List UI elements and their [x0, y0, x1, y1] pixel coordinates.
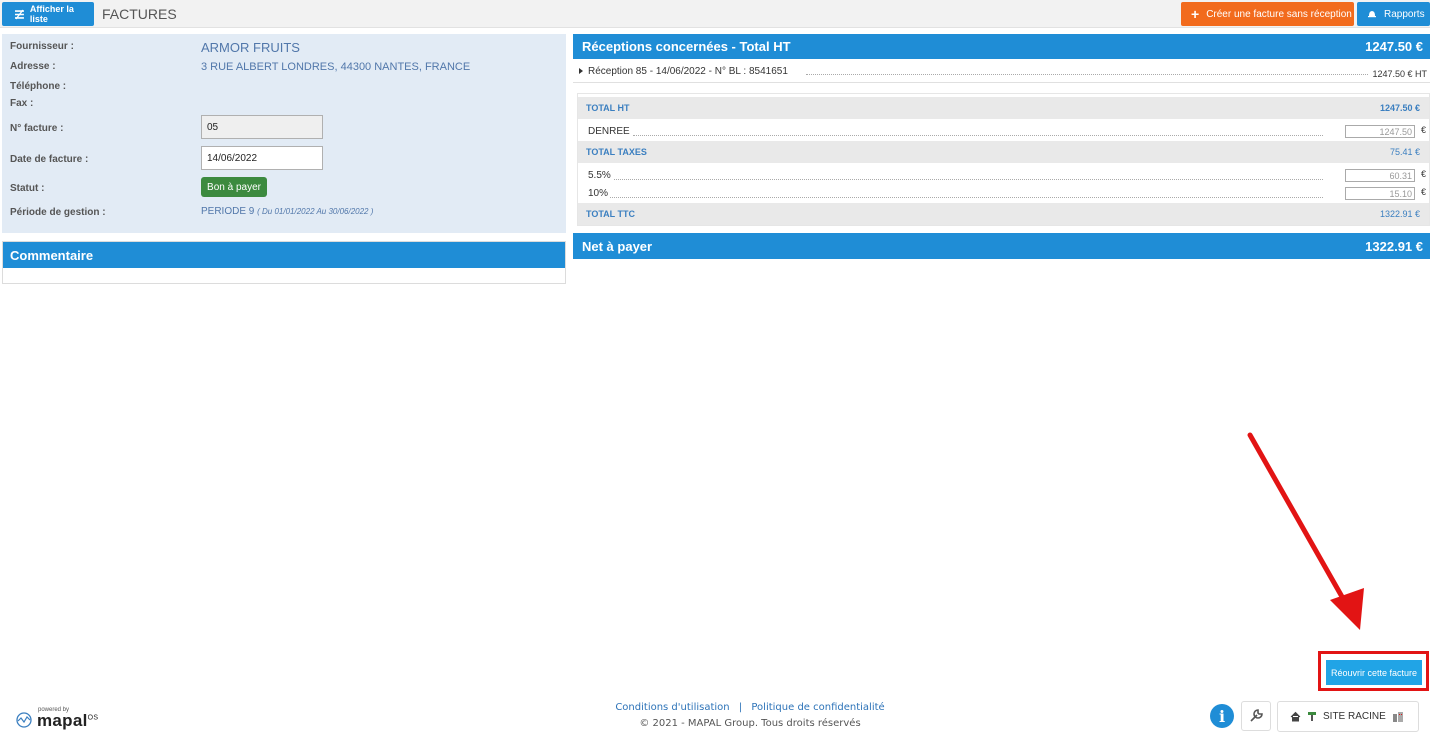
- net-to-pay-label: Net à payer: [582, 238, 653, 254]
- tax-line-label: 5.5%: [588, 170, 611, 181]
- reports-button[interactable]: Rapports: [1357, 2, 1430, 26]
- total-ht-value: 1247.50 €: [1379, 103, 1420, 113]
- page-title: FACTURES: [102, 6, 177, 22]
- currency-symbol: €: [1420, 169, 1426, 179]
- total-taxes-row: TOTAL TAXES 75.41 €: [578, 141, 1429, 163]
- address-label: Adresse :: [10, 61, 56, 72]
- phone-label: Téléphone :: [10, 81, 67, 92]
- comment-title: Commentaire: [3, 242, 565, 268]
- status-label: Statut :: [10, 183, 45, 194]
- top-toolbar: Afficher la liste FACTURES + Créer une f…: [0, 0, 1430, 28]
- create-invoice-button[interactable]: + Créer une facture sans réception: [1181, 2, 1354, 26]
- receptions-total: 1247.50 €: [1365, 39, 1423, 54]
- tax-line-label: 10%: [588, 188, 609, 199]
- total-ht-row: TOTAL HT 1247.50 €: [578, 97, 1429, 119]
- show-list-button[interactable]: Afficher la liste: [2, 2, 94, 26]
- net-to-pay-bar: Net à payer 1322.91 €: [573, 233, 1430, 259]
- net-to-pay-value: 1322.91 €: [1365, 238, 1423, 254]
- period-value: PERIODE 9 ( Du 01/01/2022 Au 30/06/2022 …: [201, 206, 373, 217]
- site-selector-button[interactable]: SITE RACINE: [1277, 701, 1419, 732]
- list-icon: [14, 9, 24, 19]
- show-list-label: Afficher la liste: [29, 4, 74, 24]
- totals-panel: TOTAL HT 1247.50 € DENREE 1247.50 € TOTA…: [577, 93, 1430, 226]
- dotted-leader: [633, 135, 1323, 136]
- total-ttc-value: 1322.91 €: [1379, 209, 1420, 219]
- reopen-invoice-button[interactable]: Réouvrir cette facture: [1326, 660, 1422, 685]
- status-badge: Bon à payer: [201, 177, 267, 197]
- invoice-date-label: Date de facture :: [10, 154, 89, 165]
- currency-symbol: €: [1420, 125, 1426, 135]
- site-name: SITE RACINE: [1323, 711, 1386, 722]
- reports-label: Rapports: [1384, 8, 1425, 20]
- supplier-info-panel: Fournisseur : ARMOR FRUITS Adresse : 3 R…: [2, 34, 566, 233]
- invoice-number-label: N° facture :: [10, 123, 64, 134]
- annotation-arrow-icon: [1247, 432, 1364, 630]
- total-taxes-value: 75.41 €: [1389, 147, 1420, 157]
- footer-separator: |: [738, 702, 743, 713]
- period-name: PERIODE 9: [201, 206, 255, 217]
- receptions-title: Réceptions concernées - Total HT: [582, 39, 791, 54]
- total-ttc-row: TOTAL TTC 1322.91 €: [578, 203, 1429, 225]
- tax-line-row: 5.5% 60.31 €: [578, 167, 1429, 185]
- info-icon[interactable]: i: [1210, 704, 1234, 728]
- total-taxes-label: TOTAL TAXES: [586, 147, 647, 157]
- invoice-number-field[interactable]: 05: [201, 115, 323, 139]
- tax-line-row: 10% 15.10 €: [578, 185, 1429, 203]
- reception-amount: 1247.50 € HT: [1372, 69, 1427, 79]
- period-range: ( Du 01/01/2022 Au 30/06/2022 ): [257, 207, 374, 216]
- building-icon: [1392, 711, 1403, 722]
- terms-link[interactable]: Conditions d'utilisation: [615, 702, 729, 713]
- tax-line-amount-field[interactable]: 60.31: [1345, 169, 1415, 182]
- plus-icon: +: [1191, 6, 1200, 22]
- fax-label: Fax :: [10, 98, 34, 109]
- dotted-leader: [610, 197, 1323, 198]
- wrench-icon: [1250, 709, 1263, 722]
- reception-row[interactable]: Réception 85 - 14/06/2022 - N° BL : 8541…: [573, 61, 1430, 83]
- expand-arrow-icon[interactable]: [579, 68, 583, 74]
- tree-icon: [1308, 712, 1316, 721]
- total-ht-label: TOTAL HT: [586, 103, 630, 113]
- ht-line-amount-field[interactable]: 1247.50: [1345, 125, 1415, 138]
- dotted-leader: [806, 74, 1368, 75]
- privacy-link[interactable]: Politique de confidentialité: [751, 702, 884, 713]
- ht-line-label: DENREE: [588, 126, 630, 137]
- home-icon: [1290, 711, 1301, 722]
- supplier-value: ARMOR FRUITS: [201, 40, 300, 55]
- tools-button[interactable]: [1241, 701, 1271, 731]
- ht-line-row: DENREE 1247.50 €: [578, 123, 1429, 141]
- currency-symbol: €: [1420, 187, 1426, 197]
- period-label: Période de gestion :: [10, 207, 106, 218]
- reception-description: Réception 85 - 14/06/2022 - N° BL : 8541…: [588, 66, 788, 77]
- invoice-date-field[interactable]: 14/06/2022: [201, 146, 323, 170]
- tax-line-amount-field[interactable]: 15.10: [1345, 187, 1415, 200]
- address-value: 3 RUE ALBERT LONDRES, 44300 NANTES, FRAN…: [201, 61, 471, 73]
- bell-icon: [1368, 11, 1376, 18]
- dotted-leader: [614, 179, 1323, 180]
- create-invoice-label: Créer une facture sans réception: [1206, 8, 1352, 20]
- comment-panel: Commentaire: [2, 241, 566, 284]
- supplier-label: Fournisseur :: [10, 41, 74, 52]
- total-ttc-label: TOTAL TTC: [586, 209, 635, 219]
- receptions-header: Réceptions concernées - Total HT 1247.50…: [573, 34, 1430, 59]
